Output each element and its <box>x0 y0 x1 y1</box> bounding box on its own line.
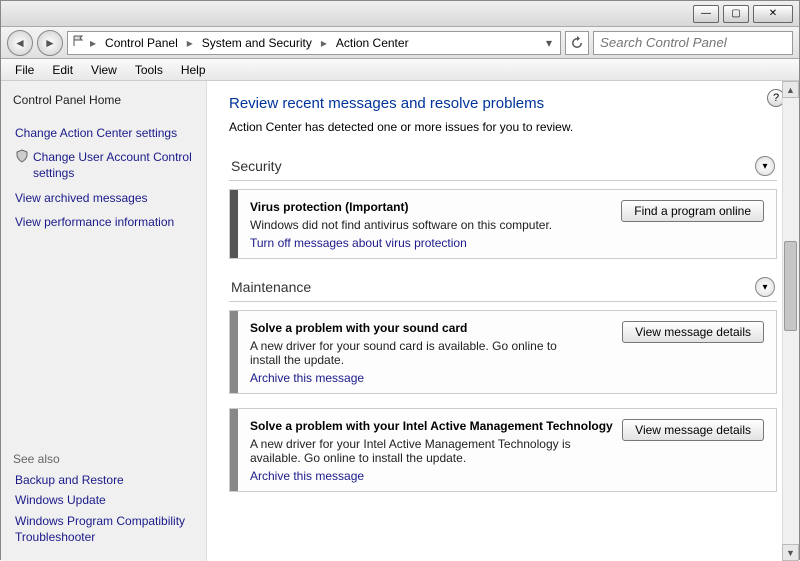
severity-stripe <box>230 311 238 393</box>
see-also-section: See also Backup and Restore Windows Upda… <box>13 446 194 549</box>
card-turn-off-link[interactable]: Turn off messages about virus protection <box>250 236 467 250</box>
chevron-right-icon: ▸ <box>88 36 98 50</box>
address-bar: ◄ ► ▸ Control Panel ▸ System and Securit… <box>1 27 799 59</box>
flag-icon <box>72 34 86 51</box>
sidebar-link-performance[interactable]: View performance information <box>15 214 194 230</box>
content-pane: ? Review recent messages and resolve pro… <box>207 81 799 561</box>
scroll-thumb[interactable] <box>784 241 797 331</box>
maintenance-card-intel-amt: Solve a problem with your Intel Active M… <box>229 408 777 492</box>
intro-text: Action Center has detected one or more i… <box>229 120 777 134</box>
breadcrumb-seg-system-security[interactable]: System and Security <box>197 35 317 51</box>
search-input[interactable] <box>593 31 793 55</box>
section-title: Security <box>231 158 282 174</box>
close-button[interactable]: ✕ <box>753 5 793 23</box>
seealso-backup[interactable]: Backup and Restore <box>15 472 194 488</box>
section-security-header[interactable]: Security ▾ <box>229 152 777 181</box>
forward-button[interactable]: ► <box>37 30 63 56</box>
breadcrumb-dropdown[interactable]: ▾ <box>542 36 556 50</box>
seealso-compat-troubleshooter[interactable]: Windows Program Compatibility Troublesho… <box>15 513 194 545</box>
chevron-down-icon[interactable]: ▾ <box>755 156 775 176</box>
seealso-label: Windows Update <box>15 492 106 508</box>
back-button[interactable]: ◄ <box>7 30 33 56</box>
see-also-heading: See also <box>13 452 194 466</box>
sidebar: Control Panel Home Change Action Center … <box>1 81 207 561</box>
shield-icon <box>15 149 29 163</box>
sidebar-link-label: View archived messages <box>15 190 148 206</box>
maintenance-card-sound: Solve a problem with your sound card A n… <box>229 310 777 394</box>
sidebar-link-change-settings[interactable]: Change Action Center settings <box>15 125 194 141</box>
card-description: A new driver for your Intel Active Manag… <box>250 437 580 465</box>
security-card-virus: Virus protection (Important) Windows did… <box>229 189 777 259</box>
breadcrumb[interactable]: ▸ Control Panel ▸ System and Security ▸ … <box>67 31 561 55</box>
severity-stripe <box>230 190 238 258</box>
refresh-button[interactable] <box>565 31 589 55</box>
view-details-button[interactable]: View message details <box>622 419 764 441</box>
scroll-down-icon[interactable]: ▼ <box>782 544 799 561</box>
chevron-right-icon: ▸ <box>319 36 329 50</box>
scrollbar[interactable]: ▲ ▼ <box>782 81 799 561</box>
page-title: Review recent messages and resolve probl… <box>229 95 777 112</box>
sidebar-link-uac[interactable]: Change User Account Control settings <box>15 149 194 181</box>
menu-tools[interactable]: Tools <box>127 61 171 79</box>
breadcrumb-seg-control-panel[interactable]: Control Panel <box>100 35 183 51</box>
title-bar: — ▢ ✕ <box>1 1 799 27</box>
sidebar-link-label: Change Action Center settings <box>15 125 177 141</box>
maximize-button[interactable]: ▢ <box>723 5 749 23</box>
menu-bar: File Edit View Tools Help <box>1 59 799 81</box>
scroll-up-icon[interactable]: ▲ <box>782 81 799 98</box>
seealso-label: Backup and Restore <box>15 472 124 488</box>
seealso-label: Windows Program Compatibility Troublesho… <box>15 513 194 545</box>
card-description: A new driver for your sound card is avai… <box>250 339 580 367</box>
menu-help[interactable]: Help <box>173 61 214 79</box>
section-title: Maintenance <box>231 279 311 295</box>
sidebar-home-link[interactable]: Control Panel Home <box>13 93 194 107</box>
view-details-button[interactable]: View message details <box>622 321 764 343</box>
menu-file[interactable]: File <box>7 61 42 79</box>
section-maintenance-header[interactable]: Maintenance ▾ <box>229 273 777 302</box>
card-description: Windows did not find antivirus software … <box>250 218 580 232</box>
find-program-button[interactable]: Find a program online <box>621 200 764 222</box>
card-archive-link[interactable]: Archive this message <box>250 469 364 483</box>
menu-view[interactable]: View <box>83 61 125 79</box>
severity-stripe <box>230 409 238 491</box>
card-archive-link[interactable]: Archive this message <box>250 371 364 385</box>
seealso-windows-update[interactable]: Windows Update <box>15 492 194 508</box>
breadcrumb-seg-action-center[interactable]: Action Center <box>331 35 414 51</box>
sidebar-link-label: Change User Account Control settings <box>33 149 194 181</box>
minimize-button[interactable]: — <box>693 5 719 23</box>
sidebar-link-archived[interactable]: View archived messages <box>15 190 194 206</box>
menu-edit[interactable]: Edit <box>44 61 81 79</box>
chevron-right-icon: ▸ <box>185 36 195 50</box>
sidebar-link-label: View performance information <box>15 214 174 230</box>
chevron-down-icon[interactable]: ▾ <box>755 277 775 297</box>
